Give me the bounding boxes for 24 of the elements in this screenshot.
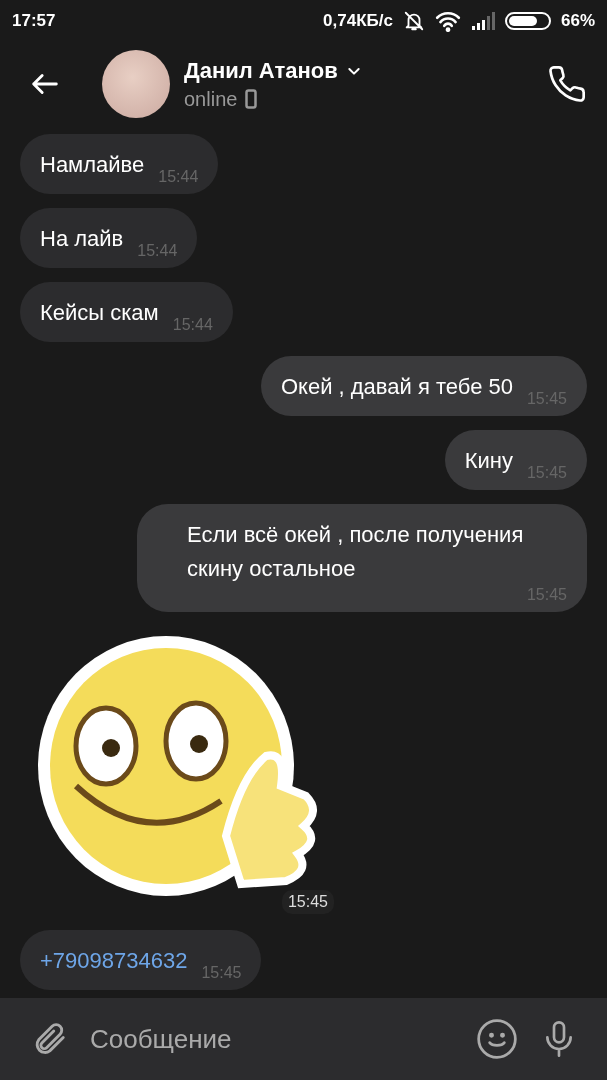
emoji-button[interactable] bbox=[475, 1017, 519, 1061]
contact-name[interactable]: Данил Атанов bbox=[184, 57, 338, 84]
call-button[interactable] bbox=[547, 64, 587, 104]
message-time: 15:44 bbox=[137, 242, 178, 260]
battery-percent: 66% bbox=[560, 11, 595, 31]
message-time: 15:45 bbox=[201, 964, 242, 982]
signal-icon bbox=[470, 11, 495, 31]
message-text: На лайв bbox=[40, 225, 124, 253]
message-time: 15:45 bbox=[281, 890, 334, 914]
phone-device-icon bbox=[245, 89, 258, 109]
message-text: Если всё окей , после получения скину остальное bbox=[187, 521, 525, 583]
muted-bell-icon bbox=[402, 10, 425, 32]
wifi-icon bbox=[434, 10, 461, 32]
phone-link[interactable]: +79098734632 bbox=[40, 944, 188, 978]
message-text: Кину bbox=[464, 447, 513, 475]
network-speed: 0,74КБ/с bbox=[323, 11, 393, 31]
clock: 17:57 bbox=[12, 11, 56, 31]
message-time: 15:44 bbox=[172, 316, 213, 334]
battery-icon bbox=[504, 11, 551, 31]
online-status: online bbox=[184, 87, 238, 111]
message-text: Намлайве bbox=[40, 151, 145, 179]
message-text: Окей , давай я тебе 50 bbox=[280, 373, 513, 401]
message-text: Кейсы скам bbox=[40, 299, 159, 327]
message-time: 15:44 bbox=[158, 168, 199, 186]
